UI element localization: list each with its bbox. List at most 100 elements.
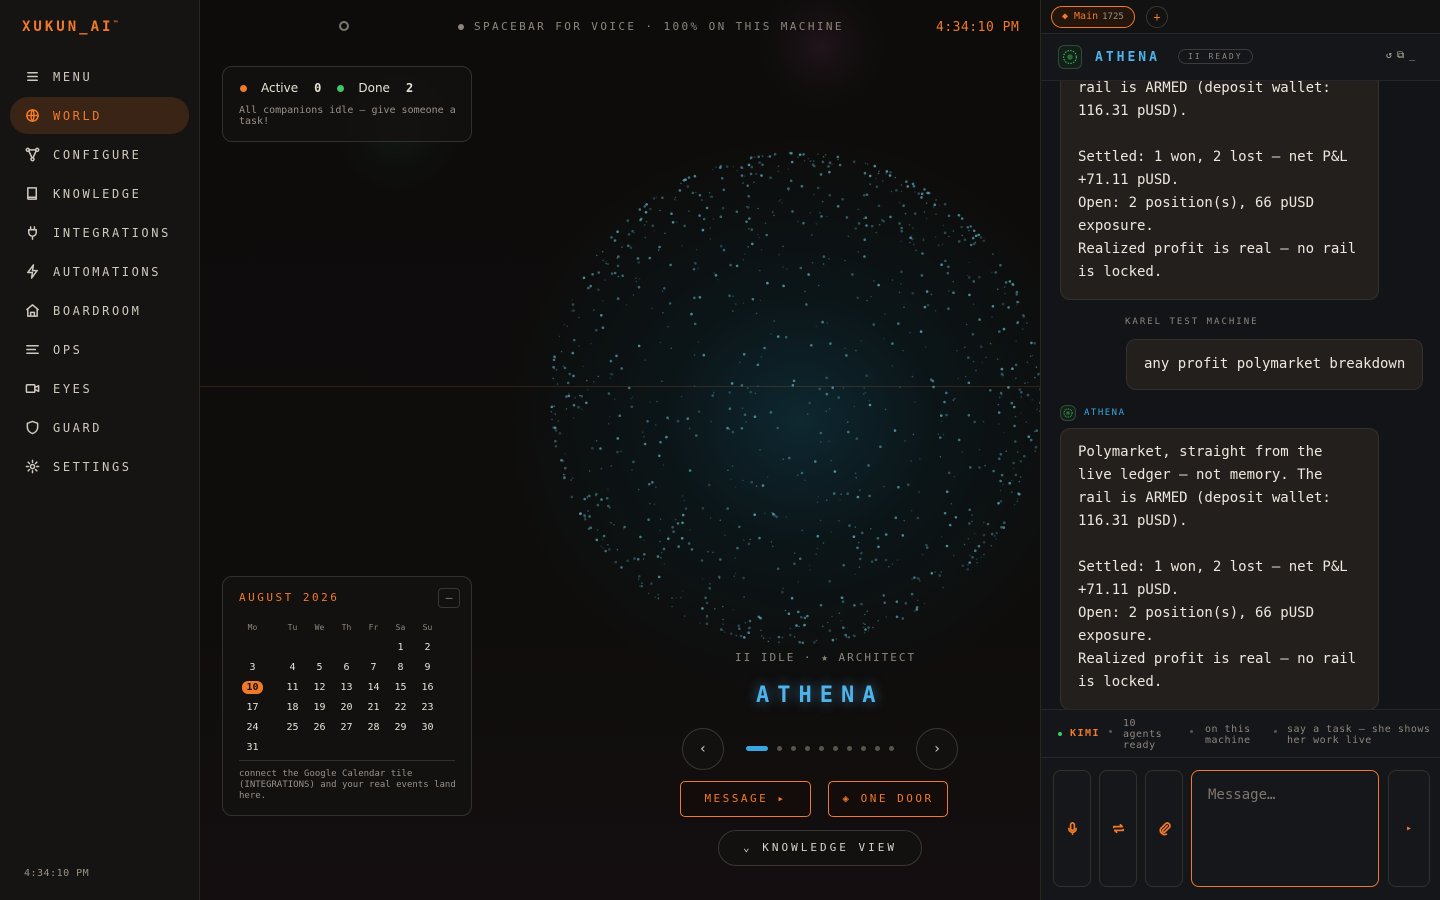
calendar-day[interactable]: 21	[360, 702, 387, 713]
calendar-day[interactable]: 5	[306, 662, 333, 673]
calendar-day[interactable]: 15	[387, 682, 414, 693]
calendar-week: 17 18 19 20 21 22 23	[239, 697, 457, 717]
calendar-day[interactable]: 8	[387, 662, 414, 673]
calendar-day[interactable]: 22	[387, 702, 414, 713]
calendar-day[interactable]: 19	[306, 702, 333, 713]
calendar-day[interactable]: 24	[239, 722, 266, 733]
calendar-day[interactable]: 16	[414, 682, 441, 693]
globe-particle	[777, 635, 781, 639]
calendar-day[interactable]: 30	[414, 722, 441, 733]
calendar-day[interactable]: 26	[306, 722, 333, 733]
globe-particle	[826, 621, 829, 624]
globe-particle	[855, 349, 857, 352]
pager-dot[interactable]	[847, 746, 852, 751]
globe-particle	[884, 558, 888, 562]
pager-dot[interactable]	[777, 746, 782, 751]
pager-dot[interactable]	[861, 746, 866, 751]
calendar-day[interactable]: 23	[414, 702, 441, 713]
refresh-icon[interactable]: ↺	[1386, 50, 1392, 61]
globe-particle	[968, 561, 971, 564]
calendar-day[interactable]: 6	[333, 662, 360, 673]
sidebar-item-world[interactable]: WORLD	[10, 97, 189, 134]
pager-dot[interactable]	[805, 746, 810, 751]
calendar-day[interactable]: 13	[333, 682, 360, 693]
agent-pager: ‹ ›	[682, 728, 958, 770]
globe-particle	[674, 196, 677, 199]
attach-button[interactable]	[1145, 770, 1183, 887]
globe-particle	[740, 174, 744, 177]
sidebar-item-configure[interactable]: CONFIGURE	[10, 136, 189, 173]
globe-particle	[857, 541, 860, 544]
sidebar-item-menu[interactable]: MENU	[10, 58, 189, 95]
add-tab-button[interactable]: +	[1146, 6, 1168, 28]
message-button[interactable]: MESSAGE ▸	[680, 781, 811, 817]
calendar-day[interactable]: 29	[387, 722, 414, 733]
globe-particle	[1004, 292, 1006, 295]
sidebar-item-guard[interactable]: GUARD	[10, 409, 189, 446]
tab-main[interactable]: ◆ Main 1725	[1051, 6, 1135, 28]
athena-avatar	[1060, 405, 1076, 421]
globe-particle	[617, 275, 620, 278]
sidebar-item-ops[interactable]: OPS	[10, 331, 189, 368]
globe-particle	[758, 536, 761, 540]
pager-dot[interactable]	[889, 746, 894, 751]
calendar-day[interactable]: 20	[333, 702, 360, 713]
calendar-day[interactable]: 1	[387, 642, 414, 653]
sidebar-item-integrations[interactable]: INTEGRATIONS	[10, 214, 189, 251]
globe-particle	[967, 381, 971, 385]
app-logo[interactable]: XUKUN_AI™	[22, 19, 121, 35]
send-button[interactable]: ▸	[1388, 770, 1430, 887]
one-door-button[interactable]: ◈ ONE DOOR	[828, 781, 948, 817]
calendar-day[interactable]: 9	[414, 662, 441, 673]
pager-dot[interactable]	[746, 746, 768, 751]
calendar-day[interactable]: 28	[360, 722, 387, 733]
sidebar-item-boardroom[interactable]: BOARDROOM	[10, 292, 189, 329]
popout-icon[interactable]: ⧉	[1397, 50, 1404, 61]
minimize-icon[interactable]: _	[1409, 50, 1415, 61]
calendar-day[interactable]: 2	[414, 642, 441, 653]
switch-button[interactable]	[1099, 770, 1137, 887]
sidebar-item-knowledge[interactable]: KNOWLEDGE	[10, 175, 189, 212]
calendar-day[interactable]: 3	[239, 662, 266, 673]
calendar-day[interactable]: 4	[279, 662, 306, 673]
calendar-day[interactable]: 11	[279, 682, 306, 693]
model-indicator[interactable]: KIMI	[1058, 728, 1100, 739]
globe-particle	[877, 204, 881, 208]
calendar-day[interactable]: 17	[239, 702, 266, 713]
pager-dot[interactable]	[791, 746, 796, 751]
calendar-day[interactable]: 12	[306, 682, 333, 693]
knowledge-view-button[interactable]: ⌄ KNOWLEDGE VIEW	[718, 830, 922, 866]
calendar-day[interactable]: 31	[239, 742, 266, 753]
mic-button[interactable]	[1053, 770, 1091, 887]
pager-dot[interactable]	[875, 746, 880, 751]
globe-particle	[838, 612, 841, 614]
globe-particle	[828, 440, 830, 443]
sidebar-item-eyes[interactable]: EYES	[10, 370, 189, 407]
sidebar-item-automations[interactable]: AUTOMATIONS	[10, 253, 189, 290]
next-agent-button[interactable]: ›	[916, 728, 958, 770]
globe-particle	[657, 575, 661, 579]
globe-particle	[1033, 341, 1036, 345]
calendar-day[interactable]: 27	[333, 722, 360, 733]
calendar-day[interactable]: 18	[279, 702, 306, 713]
message-input[interactable]: Message…	[1191, 770, 1379, 887]
record-indicator-icon[interactable]	[339, 21, 349, 31]
globe-particle	[999, 489, 1002, 492]
globe-particle	[688, 210, 690, 212]
pager-dot[interactable]	[819, 746, 824, 751]
sidebar-item-settings[interactable]: SETTINGS	[10, 448, 189, 485]
calendar-day[interactable]: 25	[279, 722, 306, 733]
calendar-day[interactable]: 7	[360, 662, 387, 673]
calendar-day[interactable]: 14	[360, 682, 387, 693]
message-list[interactable]: rail is ARMED (deposit wallet: 116.31 pU…	[1041, 81, 1440, 709]
globe-particle	[870, 224, 874, 228]
globe-particle	[572, 477, 574, 479]
calendar-collapse-button[interactable]: –	[438, 588, 460, 608]
calendar-day[interactable]: 10	[239, 680, 266, 694]
globe-particle	[1019, 476, 1022, 478]
prev-agent-button[interactable]: ‹	[682, 728, 724, 770]
globe-particle	[736, 546, 739, 550]
globe-particle	[826, 215, 828, 218]
pager-dot[interactable]	[833, 746, 838, 751]
agent-globe[interactable]	[546, 148, 1040, 648]
